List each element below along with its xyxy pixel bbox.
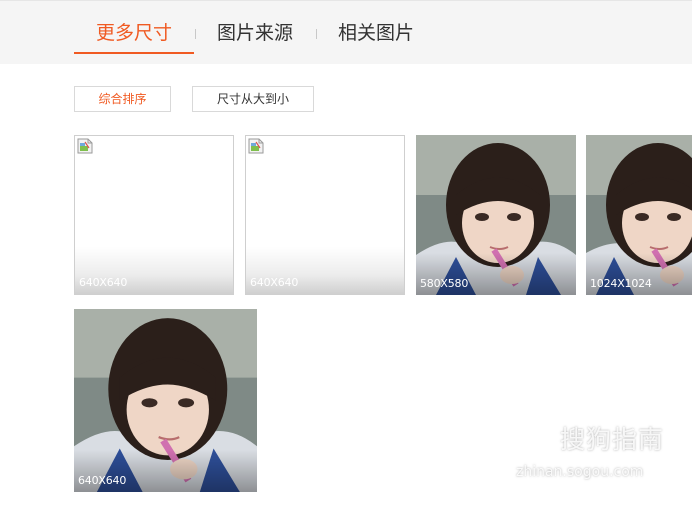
image-size-label: 640X640 (78, 474, 127, 487)
broken-image-icon (248, 138, 264, 154)
tab-more-sizes[interactable]: 更多尺寸 (96, 20, 172, 46)
image-tile[interactable]: 580X580 (416, 135, 576, 295)
tab-separator (195, 29, 196, 39)
tab-separator (316, 29, 317, 39)
image-size-label: 580X580 (420, 277, 469, 290)
image-tile[interactable]: 1024X1024 (586, 135, 692, 295)
tab-related-images[interactable]: 相关图片 (338, 20, 414, 46)
image-size-label: 640X640 (250, 276, 299, 289)
broken-image-icon (77, 138, 93, 154)
watermark-url: zhinan.sogou.com (516, 464, 644, 480)
page: 更多尺寸 图片来源 相关图片 综合排序 尺寸从大到小 640X640 640X6… (0, 0, 692, 511)
sort-composite-button[interactable]: 综合排序 (74, 86, 171, 112)
tab-bar: 更多尺寸 图片来源 相关图片 (0, 0, 692, 64)
image-tile[interactable]: 640X640 (245, 135, 405, 295)
image-tile[interactable]: 640X640 (74, 309, 257, 492)
image-tile[interactable]: 640X640 (74, 135, 234, 295)
sogou-logo-icon (514, 422, 552, 460)
watermark-title: 搜狗指南 (560, 425, 665, 454)
tab-image-source[interactable]: 图片来源 (217, 20, 293, 46)
sort-size-desc-button[interactable]: 尺寸从大到小 (192, 86, 314, 112)
active-tab-underline (74, 52, 194, 54)
image-size-label: 1024X1024 (590, 277, 652, 290)
image-size-label: 640X640 (79, 276, 128, 289)
